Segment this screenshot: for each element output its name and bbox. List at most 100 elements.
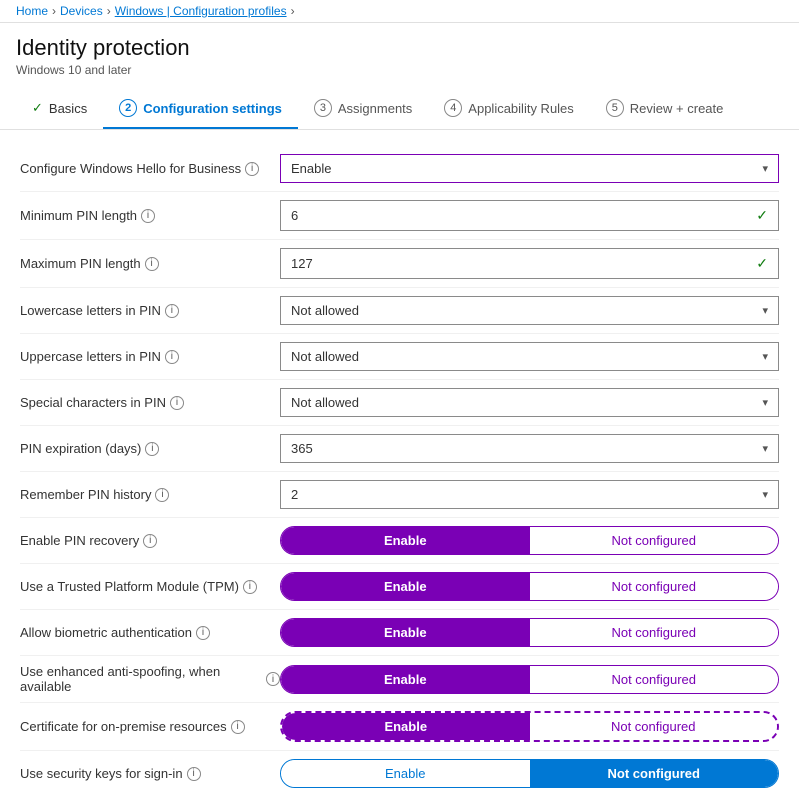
control-max-pin: 127 ✓ bbox=[280, 248, 779, 279]
info-icon-biometric[interactable]: i bbox=[196, 626, 210, 640]
info-icon-pin-history[interactable]: i bbox=[155, 488, 169, 502]
breadcrumb: Home › Devices › Windows | Configuration… bbox=[16, 4, 783, 18]
label-tpm: Use a Trusted Platform Module (TPM) i bbox=[20, 579, 280, 594]
label-biometric: Allow biometric authentication i bbox=[20, 625, 280, 640]
info-icon-tpm[interactable]: i bbox=[243, 580, 257, 594]
label-certificate: Certificate for on-premise resources i bbox=[20, 719, 280, 734]
control-pin-recovery: Enable Not configured bbox=[280, 526, 779, 555]
toggle-notconfig-biometric[interactable]: Not configured bbox=[530, 619, 779, 646]
tab-assign-label: Assignments bbox=[338, 101, 412, 116]
tab-config-label: Configuration settings bbox=[143, 101, 282, 116]
toggle-anti-spoof[interactable]: Enable Not configured bbox=[280, 665, 779, 694]
toggle-tpm[interactable]: Enable Not configured bbox=[280, 572, 779, 601]
info-icon-certificate[interactable]: i bbox=[231, 720, 245, 734]
field-certificate: Certificate for on-premise resources i E… bbox=[20, 703, 779, 751]
toggle-enable-certificate[interactable]: Enable bbox=[282, 713, 530, 740]
check-min-pin: ✓ bbox=[756, 207, 768, 224]
toggle-notconfig-anti-spoof[interactable]: Not configured bbox=[530, 666, 779, 693]
tab-configuration[interactable]: 2 Configuration settings bbox=[103, 89, 298, 129]
field-max-pin: Maximum PIN length i 127 ✓ bbox=[20, 240, 779, 288]
toggle-biometric[interactable]: Enable Not configured bbox=[280, 618, 779, 647]
label-special: Special characters in PIN i bbox=[20, 395, 280, 410]
label-max-pin: Maximum PIN length i bbox=[20, 256, 280, 271]
toggle-enable-pin-recovery[interactable]: Enable bbox=[281, 527, 530, 554]
label-pin-expiration: PIN expiration (days) i bbox=[20, 441, 280, 456]
field-configure-hello: Configure Windows Hello for Business i E… bbox=[20, 146, 779, 192]
control-special: Not allowed ▾ bbox=[280, 388, 779, 417]
toggle-security-keys[interactable]: Enable Not configured bbox=[280, 759, 779, 788]
tab-review[interactable]: 5 Review + create bbox=[590, 89, 740, 129]
toggle-certificate[interactable]: Enable Not configured bbox=[280, 711, 779, 742]
field-pin-expiration: PIN expiration (days) i 365 ▾ bbox=[20, 426, 779, 472]
field-min-pin: Minimum PIN length i 6 ✓ bbox=[20, 192, 779, 240]
info-icon-max-pin[interactable]: i bbox=[145, 257, 159, 271]
control-pin-history: 2 ▾ bbox=[280, 480, 779, 509]
select-uppercase[interactable]: Not allowed ▾ bbox=[280, 342, 779, 371]
select-lowercase[interactable]: Not allowed ▾ bbox=[280, 296, 779, 325]
info-icon-anti-spoof[interactable]: i bbox=[266, 672, 280, 686]
check-max-pin: ✓ bbox=[756, 255, 768, 272]
control-certificate: Enable Not configured bbox=[280, 711, 779, 742]
breadcrumb-config-profiles[interactable]: Windows | Configuration profiles bbox=[115, 4, 287, 18]
label-pin-history: Remember PIN history i bbox=[20, 487, 280, 502]
label-uppercase: Uppercase letters in PIN i bbox=[20, 349, 280, 364]
toggle-enable-biometric[interactable]: Enable bbox=[281, 619, 530, 646]
info-icon-pin-recovery[interactable]: i bbox=[143, 534, 157, 548]
field-lowercase: Lowercase letters in PIN i Not allowed ▾ bbox=[20, 288, 779, 334]
info-icon-min-pin[interactable]: i bbox=[141, 209, 155, 223]
field-anti-spoof: Use enhanced anti-spoofing, when availab… bbox=[20, 656, 779, 703]
chevron-pin-expiration: ▾ bbox=[762, 442, 768, 455]
input-max-pin[interactable]: 127 ✓ bbox=[280, 248, 779, 279]
breadcrumb-sep-1: › bbox=[52, 4, 56, 18]
tab-applicability-label: Applicability Rules bbox=[468, 101, 574, 116]
field-special: Special characters in PIN i Not allowed … bbox=[20, 380, 779, 426]
toggle-enable-anti-spoof[interactable]: Enable bbox=[281, 666, 530, 693]
label-min-pin: Minimum PIN length i bbox=[20, 208, 280, 223]
breadcrumb-home[interactable]: Home bbox=[16, 4, 48, 18]
control-configure-hello: Enable ▾ bbox=[280, 154, 779, 183]
info-icon-security-keys[interactable]: i bbox=[187, 767, 201, 781]
control-anti-spoof: Enable Not configured bbox=[280, 665, 779, 694]
select-configure-hello[interactable]: Enable ▾ bbox=[280, 154, 779, 183]
chevron-configure-hello: ▾ bbox=[762, 162, 768, 175]
chevron-lowercase: ▾ bbox=[762, 304, 768, 317]
breadcrumb-devices[interactable]: Devices bbox=[60, 4, 103, 18]
tab-assign-number: 3 bbox=[314, 99, 332, 117]
select-pin-expiration[interactable]: 365 ▾ bbox=[280, 434, 779, 463]
page-subtitle: Windows 10 and later bbox=[16, 63, 783, 77]
control-min-pin: 6 ✓ bbox=[280, 200, 779, 231]
content-area: Configure Windows Hello for Business i E… bbox=[0, 130, 799, 812]
chevron-uppercase: ▾ bbox=[762, 350, 768, 363]
info-icon-pin-expiration[interactable]: i bbox=[145, 442, 159, 456]
field-security-keys: Use security keys for sign-in i Enable N… bbox=[20, 751, 779, 796]
info-icon-configure-hello[interactable]: i bbox=[245, 162, 259, 176]
toggle-notconfig-pin-recovery[interactable]: Not configured bbox=[530, 527, 779, 554]
tab-basics-label: Basics bbox=[49, 101, 87, 116]
select-pin-history[interactable]: 2 ▾ bbox=[280, 480, 779, 509]
tab-applicability-number: 4 bbox=[444, 99, 462, 117]
label-lowercase: Lowercase letters in PIN i bbox=[20, 303, 280, 318]
toggle-enable-tpm[interactable]: Enable bbox=[281, 573, 530, 600]
toggle-notconfig-tpm[interactable]: Not configured bbox=[530, 573, 779, 600]
toggle-notconfig-certificate[interactable]: Not configured bbox=[530, 713, 778, 740]
tab-basics[interactable]: ✓ Basics bbox=[16, 90, 103, 128]
breadcrumb-sep-3: › bbox=[291, 4, 295, 18]
field-biometric: Allow biometric authentication i Enable … bbox=[20, 610, 779, 656]
info-icon-special[interactable]: i bbox=[170, 396, 184, 410]
tabs-bar: ✓ Basics 2 Configuration settings 3 Assi… bbox=[0, 89, 799, 130]
tab-applicability[interactable]: 4 Applicability Rules bbox=[428, 89, 590, 129]
info-icon-uppercase[interactable]: i bbox=[165, 350, 179, 364]
control-security-keys: Enable Not configured bbox=[280, 759, 779, 788]
control-biometric: Enable Not configured bbox=[280, 618, 779, 647]
tab-assignments[interactable]: 3 Assignments bbox=[298, 89, 428, 129]
tab-review-label: Review + create bbox=[630, 101, 724, 116]
toggle-pin-recovery[interactable]: Enable Not configured bbox=[280, 526, 779, 555]
toggle-notconfig-security-keys[interactable]: Not configured bbox=[530, 760, 779, 787]
info-icon-lowercase[interactable]: i bbox=[165, 304, 179, 318]
label-security-keys: Use security keys for sign-in i bbox=[20, 766, 280, 781]
label-pin-recovery: Enable PIN recovery i bbox=[20, 533, 280, 548]
check-icon: ✓ bbox=[32, 100, 43, 116]
toggle-enable-security-keys[interactable]: Enable bbox=[281, 760, 530, 787]
select-special[interactable]: Not allowed ▾ bbox=[280, 388, 779, 417]
input-min-pin[interactable]: 6 ✓ bbox=[280, 200, 779, 231]
